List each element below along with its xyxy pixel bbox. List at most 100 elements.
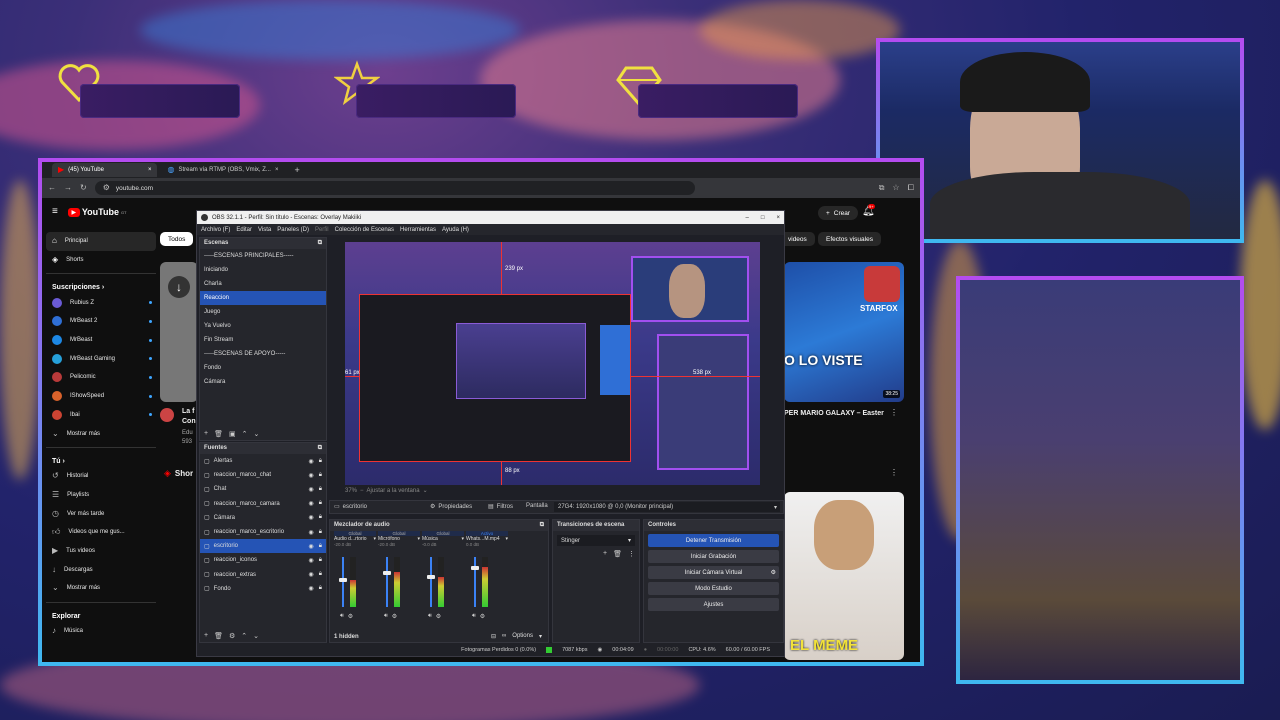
- scene-item[interactable]: Juego: [200, 305, 326, 319]
- maximize-icon[interactable]: □: [761, 215, 765, 221]
- obs-menu-item[interactable]: Editar: [236, 227, 252, 233]
- new-tab-button[interactable]: +: [294, 165, 299, 175]
- obs-menu-item[interactable]: Archivo (F): [201, 227, 230, 233]
- sidebar-item-subscription[interactable]: MrBeast 2: [46, 312, 156, 331]
- video-thumbnail-left[interactable]: ↓: [160, 262, 198, 402]
- obs-menu-item[interactable]: Colección de Escenas: [335, 227, 394, 233]
- source-item[interactable]: ▢ Alertas ◉ 🔒︎: [200, 454, 326, 468]
- lock-icon[interactable]: 🔒︎: [319, 543, 322, 550]
- chip-efectos-visuales[interactable]: Efectos visuales: [818, 232, 881, 246]
- settings-button[interactable]: Ajustes: [648, 598, 779, 611]
- video-title-mario[interactable]: PER MARIO GALAXY – Easter: [784, 410, 884, 417]
- obs-menu-item[interactable]: Perfil: [315, 227, 329, 233]
- sidebar-item-shorts[interactable]: ◈ Shorts: [46, 251, 156, 270]
- avatar[interactable]: [160, 408, 174, 422]
- sidebar-item-you[interactable]: 👍︎ Videos que me gus...: [46, 523, 156, 542]
- back-icon[interactable]: ←: [48, 184, 56, 192]
- sidebar-item-subscription[interactable]: Ibai: [46, 406, 156, 425]
- screen-select[interactable]: 27G4: 1920x1080 @ 0,0 (Monitor principal…: [554, 502, 780, 512]
- chevron-down-icon[interactable]: ⌄: [423, 487, 428, 494]
- lock-icon[interactable]: 🔒︎: [319, 486, 322, 493]
- speaker-icon[interactable]: 🔊︎: [472, 613, 476, 620]
- source-item[interactable]: ▢ Chat ◉ 🔒︎: [200, 482, 326, 496]
- down-icon[interactable]: ⌄: [253, 430, 259, 438]
- options-button[interactable]: Options: [512, 633, 533, 640]
- volume-fader[interactable]: [383, 557, 391, 607]
- undock-icon[interactable]: ⧉: [318, 445, 322, 452]
- source-item[interactable]: ▢ reaccion_extras ◉ 🔒︎: [200, 568, 326, 582]
- lock-icon[interactable]: 🔒︎: [319, 571, 322, 578]
- more-options-icon[interactable]: ⋮: [890, 468, 898, 477]
- close-icon[interactable]: ×: [776, 215, 780, 221]
- trash-icon[interactable]: 🗑︎: [613, 550, 622, 558]
- install-icon[interactable]: ⧉: [879, 184, 885, 192]
- obs-menu-item[interactable]: Herramientas: [400, 227, 436, 233]
- obs-menu-item[interactable]: Paneles (D): [277, 227, 309, 233]
- sidebar-item-subscription[interactable]: Pelicomic: [46, 368, 156, 387]
- bookmark-star-icon[interactable]: ☆: [892, 184, 899, 192]
- fader-handle[interactable]: [339, 577, 347, 582]
- close-icon[interactable]: ×: [275, 167, 279, 173]
- up-icon[interactable]: ⌃: [241, 632, 247, 640]
- sidebar-item-you[interactable]: ↺ Historial: [46, 467, 156, 486]
- add-icon[interactable]: +: [204, 430, 208, 438]
- eye-icon[interactable]: ◉: [309, 514, 314, 521]
- chevron-down-icon[interactable]: ▾: [539, 633, 542, 640]
- eye-icon[interactable]: ◉: [309, 458, 314, 465]
- source-item[interactable]: ▢ reaccion_marco_camara ◉ 🔒︎: [200, 497, 326, 511]
- sidebar-show-more[interactable]: ⌄ Mostrar más: [46, 424, 156, 443]
- lock-icon[interactable]: 🔒︎: [319, 458, 322, 465]
- source-item[interactable]: ▢ reaccion_marco_chat ◉ 🔒︎: [200, 468, 326, 482]
- undock-icon[interactable]: ⧉: [540, 522, 544, 529]
- sidebar-item-you[interactable]: ☰ Playlists: [46, 486, 156, 505]
- scene-item[interactable]: Fondo: [200, 361, 326, 375]
- gear-icon[interactable]: ⚙: [348, 613, 353, 620]
- fader-handle[interactable]: [471, 566, 479, 571]
- volume-fader[interactable]: [471, 557, 479, 607]
- eye-icon[interactable]: ◉: [309, 571, 314, 578]
- gear-icon[interactable]: ⚙: [392, 613, 397, 620]
- scene-item[interactable]: Cámara: [200, 375, 326, 389]
- forward-icon[interactable]: →: [64, 184, 72, 192]
- source-item[interactable]: ▢ reaccion_iconos ◉ 🔒︎: [200, 553, 326, 567]
- sidebar-item-subscription[interactable]: Rubius Z: [46, 293, 156, 312]
- trash-icon[interactable]: 🗑︎: [214, 430, 223, 438]
- preview-screen-capture[interactable]: [359, 294, 631, 462]
- obs-menu-item[interactable]: Ayuda (H): [442, 227, 469, 233]
- youtube-logo[interactable]: ▶ YouTube GT: [67, 207, 127, 217]
- video-thumbnail-meme[interactable]: EL MEME: [784, 492, 904, 660]
- speaker-icon[interactable]: 🔊︎: [428, 613, 432, 620]
- speaker-icon[interactable]: 🔊︎: [340, 613, 344, 620]
- chip-videos[interactable]: videos: [780, 232, 815, 246]
- tab-stream-rtmp[interactable]: ◍ Stream vía RTMP (OBS, Vmix, Z... ×: [161, 163, 284, 177]
- eye-icon[interactable]: ◉: [309, 486, 314, 493]
- eye-icon[interactable]: ◉: [309, 529, 314, 536]
- sidebar-item-you[interactable]: ◷ Ver más tarde: [46, 504, 156, 523]
- fader-handle[interactable]: [383, 570, 391, 575]
- scene-item[interactable]: -----ESCENAS PRINCIPALES-----: [200, 249, 326, 263]
- scene-item[interactable]: -----ESCENAS DE APOYO-----: [200, 347, 326, 361]
- site-info-icon[interactable]: ⚙: [103, 184, 110, 192]
- extensions-icon[interactable]: ⧠: [908, 184, 914, 192]
- trash-icon[interactable]: 🗑︎: [214, 632, 223, 640]
- notifications-button[interactable]: 🔔︎ 9+: [862, 204, 875, 217]
- fit-window-label[interactable]: Ajustar a la ventana: [367, 488, 420, 494]
- source-item[interactable]: ▢ Fondo ◉ 🔒︎: [200, 582, 326, 596]
- video-title-left[interactable]: La f: [182, 408, 194, 415]
- sidebar-item-principal[interactable]: ⌂ Principal: [46, 232, 156, 251]
- reload-icon[interactable]: ↻: [80, 184, 87, 192]
- layout-icon[interactable]: ⊟: [491, 633, 496, 640]
- video-thumbnail-mario[interactable]: STARFOX O LO VISTE 38:25: [784, 262, 904, 402]
- lock-icon[interactable]: 🔒︎: [319, 514, 322, 521]
- start-virtual-camera-button[interactable]: Iniciar Cámara Virtual ⚙: [648, 566, 779, 579]
- lock-icon[interactable]: 🔒︎: [319, 472, 322, 479]
- start-recording-button[interactable]: Iniciar Grabación: [648, 550, 779, 563]
- sidebar-item-musica[interactable]: ♪ Música: [46, 622, 156, 641]
- scene-item[interactable]: Iniciando: [200, 263, 326, 277]
- up-icon[interactable]: ⌃: [242, 430, 248, 438]
- more-options-icon[interactable]: ⋮: [890, 408, 898, 417]
- add-icon[interactable]: +: [603, 550, 607, 558]
- menu-icon[interactable]: ≡: [52, 207, 58, 217]
- undock-icon[interactable]: ⧉: [318, 240, 322, 247]
- video-title-left-line2[interactable]: Con: [182, 418, 196, 425]
